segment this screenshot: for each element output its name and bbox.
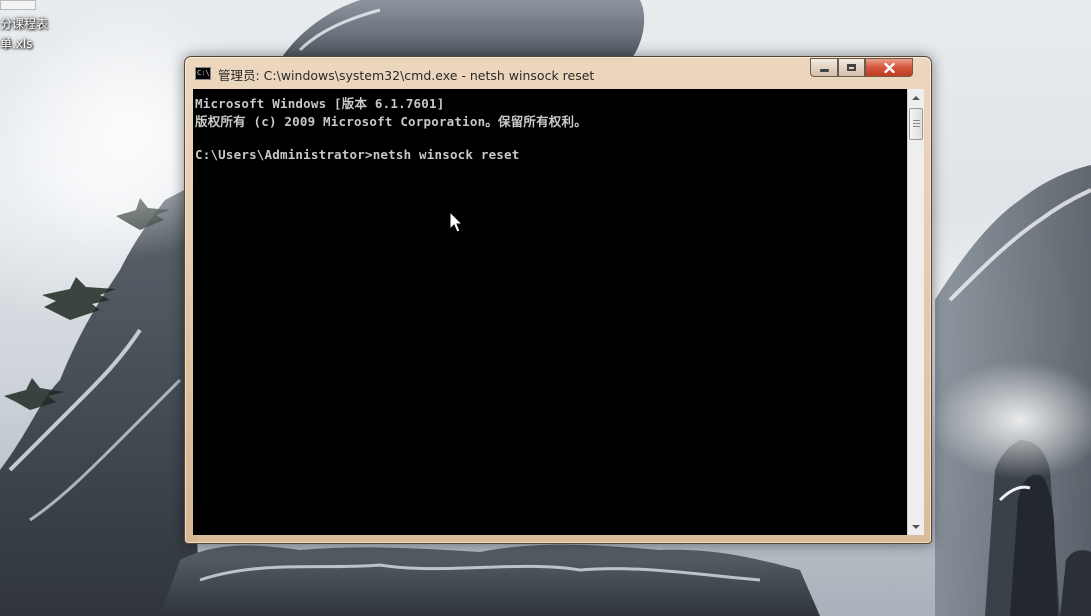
- maximize-icon: [847, 64, 856, 71]
- close-icon: [883, 62, 895, 73]
- vertical-scrollbar[interactable]: [907, 89, 924, 535]
- console-line: Microsoft Windows [版本 6.1.7601]: [195, 96, 445, 111]
- title-bar[interactable]: C:\ 管理员: C:\windows\system32\cmd.exe - n…: [185, 57, 931, 89]
- console-output[interactable]: Microsoft Windows [版本 6.1.7601] 版权所有 (c)…: [193, 89, 907, 535]
- minimize-button[interactable]: [810, 58, 838, 77]
- scroll-thumb[interactable]: [909, 108, 923, 140]
- minimize-icon: [819, 69, 829, 72]
- desktop-icon-label[interactable]: 单.xls: [0, 35, 33, 52]
- maximize-button[interactable]: [838, 58, 865, 77]
- scroll-up-button[interactable]: [908, 89, 924, 106]
- desktop-icon-label[interactable]: 分课程表: [0, 15, 48, 32]
- mouse-pointer-icon: [449, 211, 463, 233]
- console-line: C:\Users\Administrator>netsh winsock res…: [195, 147, 520, 162]
- scroll-down-button[interactable]: [908, 518, 924, 535]
- arrow-down-icon: [912, 524, 920, 529]
- console-line: 版权所有 (c) 2009 Microsoft Corporation。保留所有…: [195, 114, 587, 129]
- arrow-up-icon: [912, 95, 920, 100]
- grip-line: [913, 123, 920, 124]
- grip-line: [913, 120, 920, 121]
- desktop-file-icon[interactable]: [0, 0, 36, 10]
- grip-line: [913, 126, 920, 127]
- cmd-window[interactable]: C:\ 管理员: C:\windows\system32\cmd.exe - n…: [184, 56, 932, 544]
- close-button[interactable]: [865, 58, 913, 77]
- cmd-icon[interactable]: C:\: [195, 67, 211, 80]
- desktop: 分课程表 单.xls C:\ 管理员: C:\windows\system32\…: [0, 0, 1091, 616]
- window-title: 管理员: C:\windows\system32\cmd.exe - netsh…: [218, 68, 595, 83]
